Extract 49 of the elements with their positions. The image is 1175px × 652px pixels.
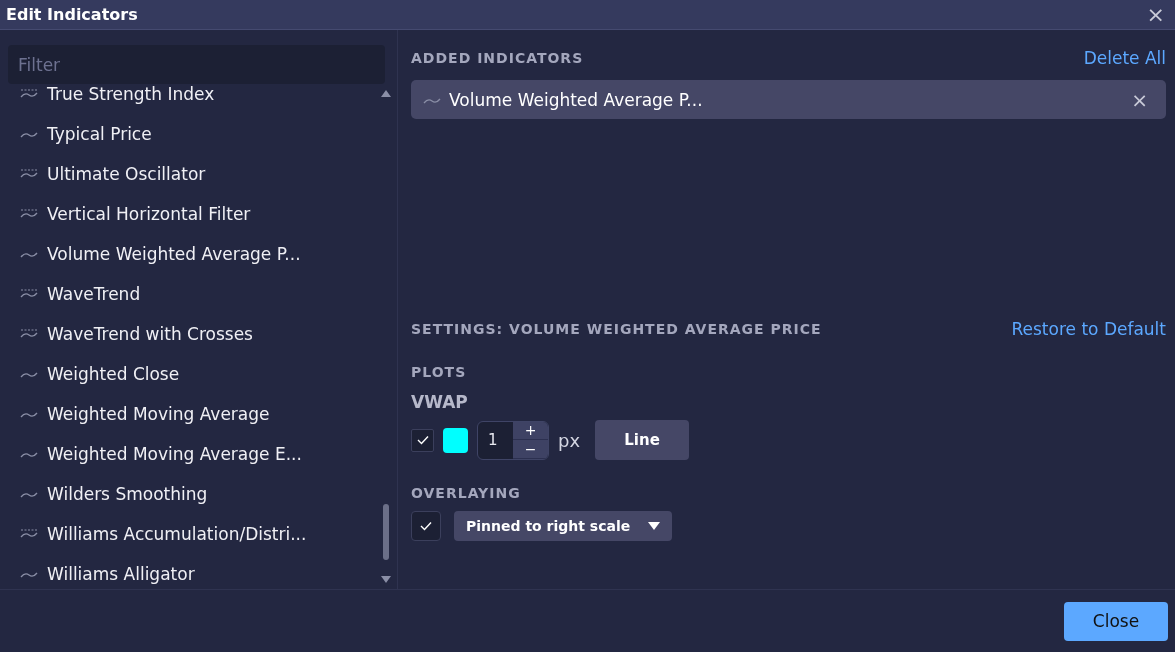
indicator-item[interactable]: Ultimate Oscillator bbox=[8, 154, 375, 194]
indicator-item[interactable]: Williams Alligator bbox=[8, 554, 375, 589]
remove-button[interactable]: × bbox=[1125, 86, 1154, 113]
caret-icon bbox=[648, 522, 661, 530]
scroll-up-icon[interactable] bbox=[381, 90, 391, 97]
color-swatch[interactable] bbox=[443, 427, 468, 453]
indicator-item[interactable]: WaveTrend with Crosses bbox=[8, 314, 375, 354]
indicator-item[interactable]: Weighted Moving Average E... bbox=[8, 434, 375, 474]
indicator-item[interactable]: Williams Accumulation/Distri... bbox=[8, 514, 375, 554]
scroll-down-icon[interactable] bbox=[381, 576, 391, 583]
filter-field[interactable]: Filter bbox=[8, 45, 385, 84]
indicator-item[interactable]: Weighted Moving Average bbox=[8, 394, 375, 434]
close-button[interactable]: Close bbox=[1064, 601, 1168, 641]
close-button[interactable]: × bbox=[1142, 3, 1169, 26]
section-heading: OVERLAYING bbox=[411, 485, 522, 501]
oscillator-wave-icon bbox=[20, 88, 38, 100]
indicator-item[interactable]: Wilders Smoothing bbox=[8, 474, 375, 514]
indicator-item[interactable]: Volume Weighted Average P... bbox=[8, 234, 375, 274]
indicator-item[interactable]: Vertical Horizontal Filter bbox=[8, 194, 375, 234]
delete-all-link[interactable]: Delete All bbox=[1083, 48, 1166, 68]
checkbox[interactable] bbox=[411, 428, 434, 452]
oscillator-wave-icon bbox=[20, 168, 38, 180]
checkbox[interactable] bbox=[411, 511, 441, 541]
scrollbar-thumb[interactable] bbox=[383, 504, 389, 560]
oscillator-wave-icon bbox=[20, 208, 38, 220]
line-style-button[interactable]: Line bbox=[595, 420, 690, 460]
indicator-name: Volume Weighted Average P... bbox=[449, 89, 704, 110]
check-icon bbox=[420, 521, 432, 531]
unit-label: px bbox=[558, 429, 581, 451]
section-heading: SETTINGS: VOLUME WEIGHTED AVERAGE PRICE bbox=[411, 321, 822, 337]
section-heading: ADDED INDICATORS bbox=[411, 50, 584, 66]
indicator-item[interactable]: WaveTrend bbox=[8, 274, 375, 314]
increment-button[interactable]: + bbox=[513, 421, 548, 440]
oscillator-wave-icon bbox=[20, 528, 38, 540]
oscillator-wave-icon bbox=[20, 328, 38, 340]
scale-dropdown[interactable]: Pinned to right scale bbox=[454, 511, 673, 541]
window-title: Edit Indicators bbox=[6, 5, 138, 24]
restore-default-link[interactable]: Restore to Default bbox=[1011, 319, 1166, 339]
decrement-button[interactable]: − bbox=[513, 440, 548, 459]
section-heading: PLOTS bbox=[411, 364, 468, 380]
check-icon bbox=[416, 435, 429, 445]
indicator-item[interactable]: Typical Price bbox=[8, 114, 375, 154]
plot-name: VWAP bbox=[411, 392, 469, 412]
width-value: 1 bbox=[487, 430, 499, 451]
oscillator-wave-icon bbox=[20, 288, 38, 300]
indicator-item[interactable]: Weighted Close bbox=[8, 354, 375, 394]
added-indicator-chip[interactable]: Volume Weighted Average P... × bbox=[411, 80, 1166, 119]
indicator-item[interactable]: True Strength Index bbox=[8, 86, 375, 114]
width-stepper[interactable]: 1 + − bbox=[477, 420, 549, 460]
